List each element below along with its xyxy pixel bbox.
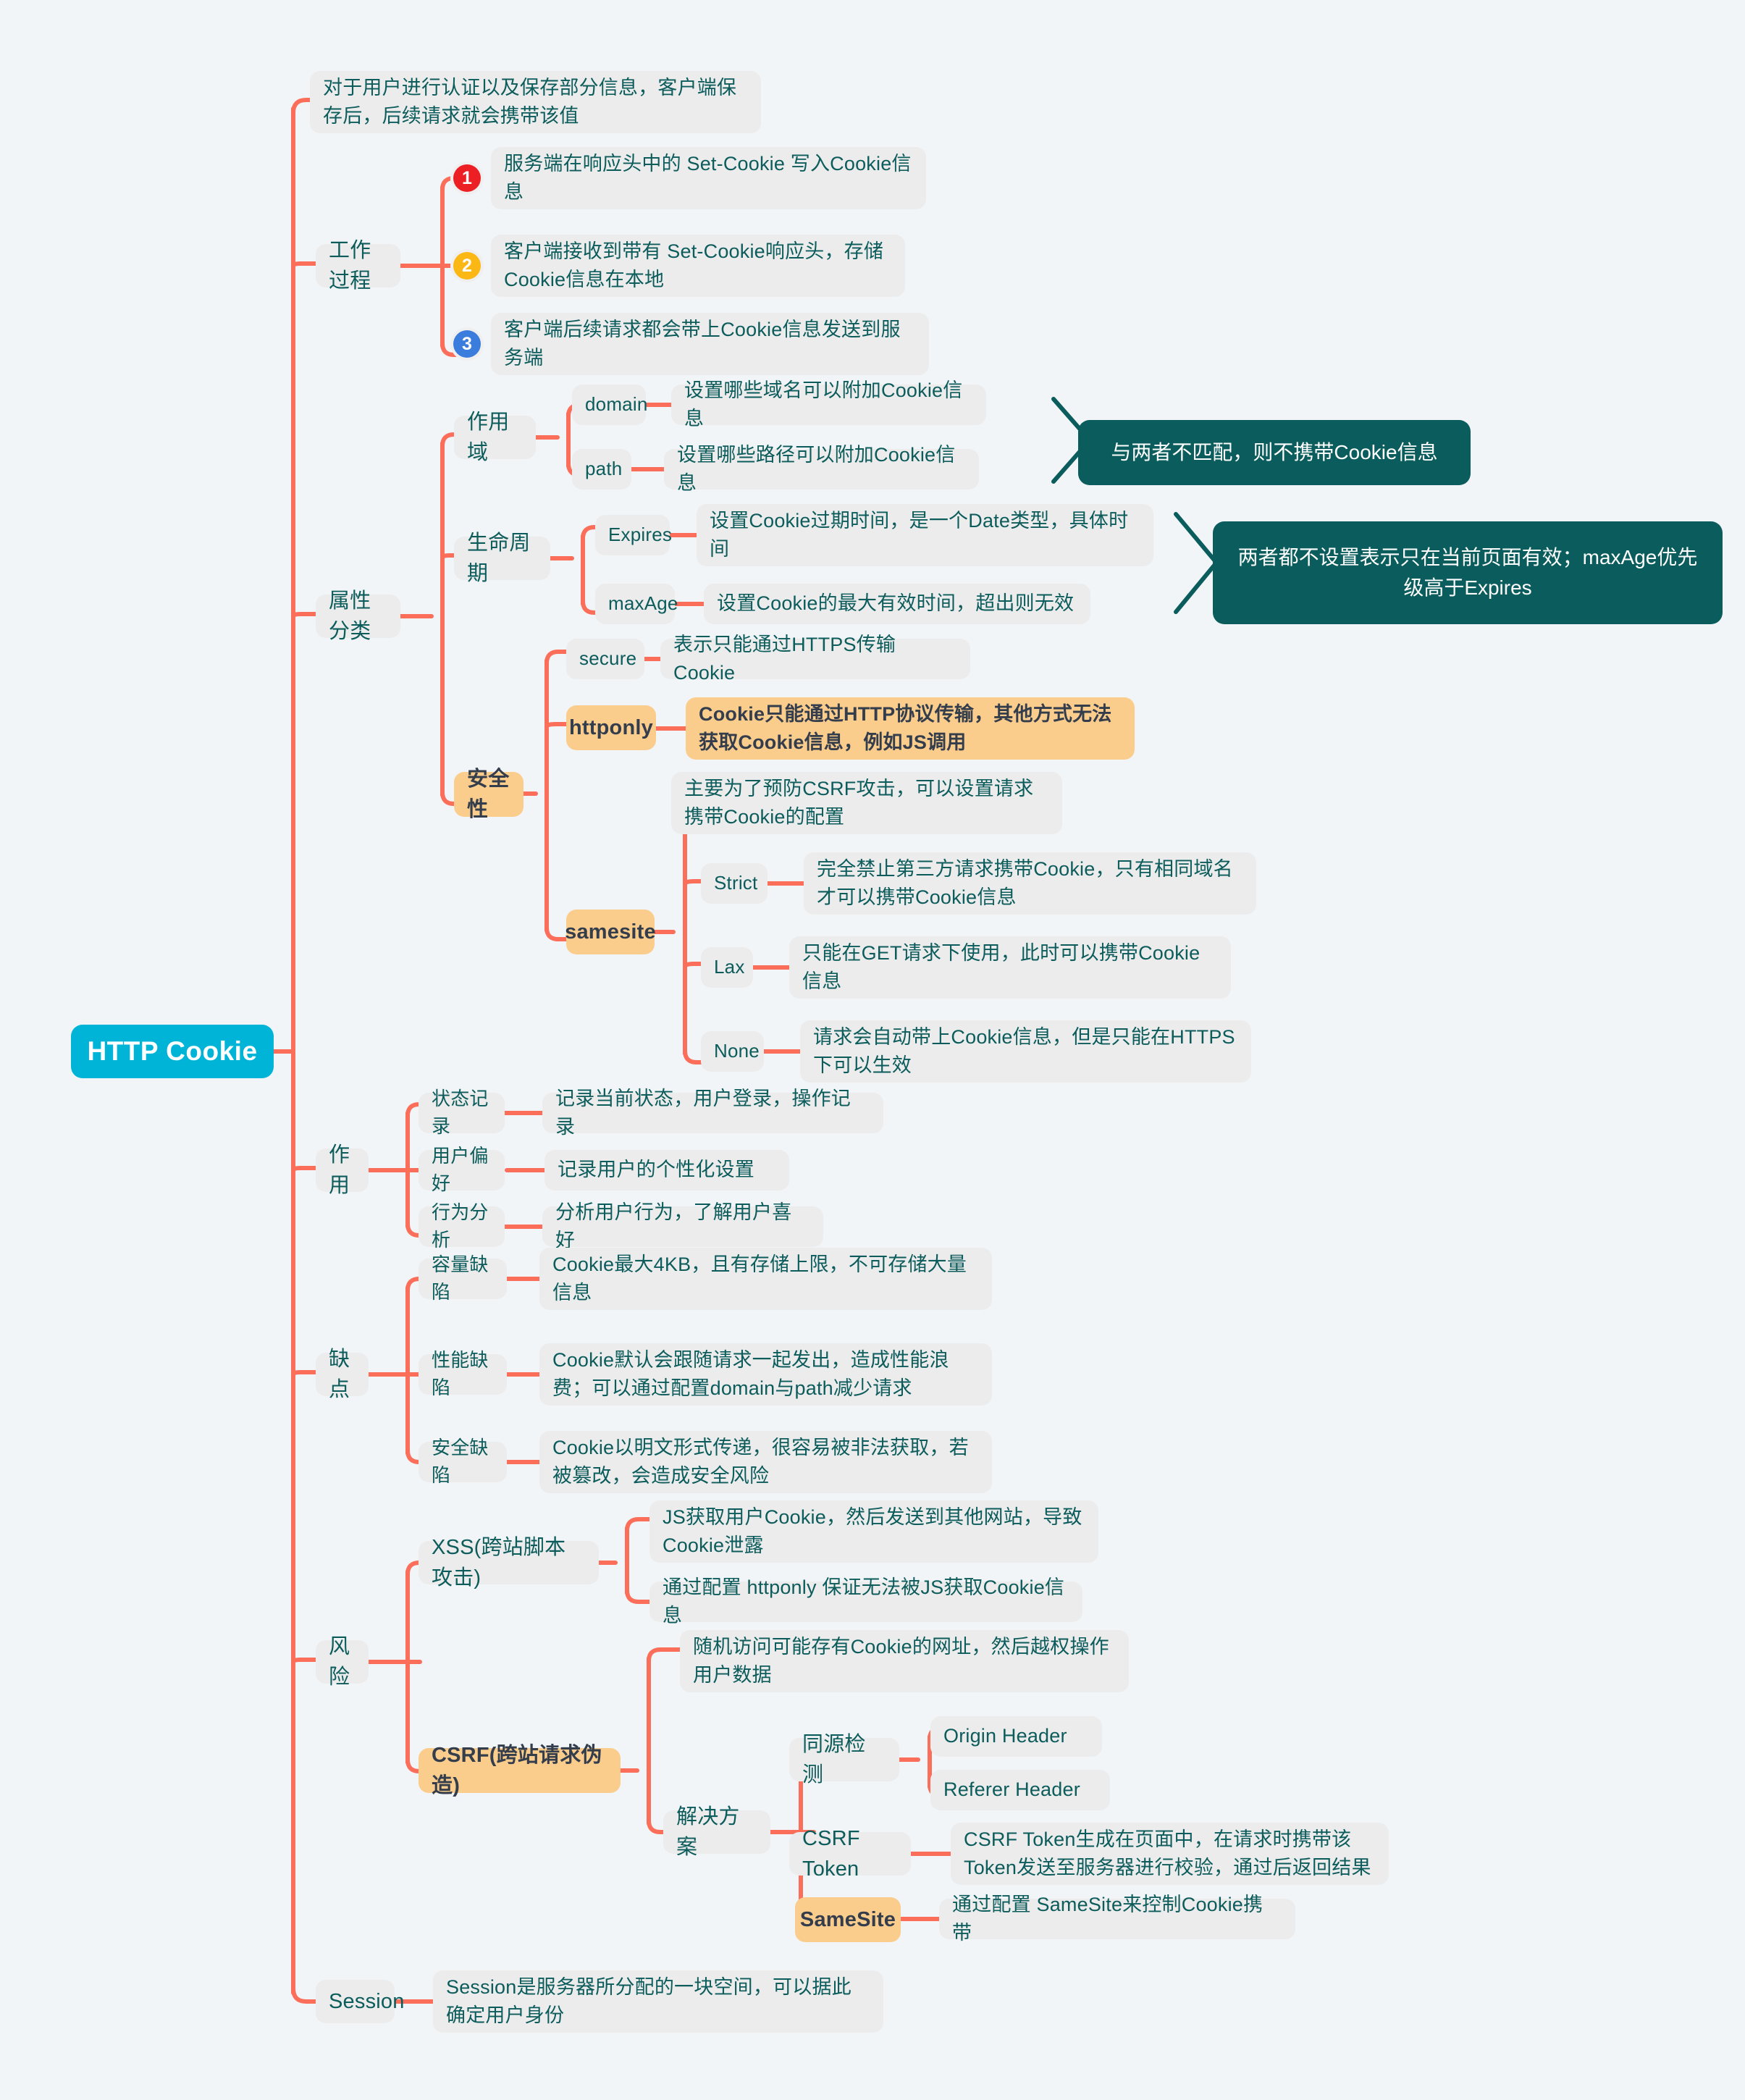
- usage-label-text: 作用: [329, 1143, 350, 1197]
- drawback-2-name[interactable]: 安全缺陷: [419, 1437, 507, 1486]
- lifecycle-expires-name[interactable]: Expires: [595, 515, 672, 555]
- scope-label[interactable]: 作用域: [454, 411, 536, 464]
- samesite-strict-desc[interactable]: 完全禁止第三方请求携带Cookie，只有相同域名才可以携带Cookie信息: [804, 852, 1256, 915]
- security-httponly-desc[interactable]: Cookie只能通过HTTP协议传输，其他方式无法获取Cookie信息，例如JS…: [686, 697, 1135, 760]
- root-label: HTTP Cookie: [87, 1036, 258, 1066]
- risk-xss-name[interactable]: XSS(跨站脚本攻击): [419, 1536, 599, 1589]
- same-origin-item-0[interactable]: Origin Header: [930, 1716, 1102, 1757]
- scope-domain-desc[interactable]: 设置哪些域名可以附加Cookie信息: [671, 379, 986, 429]
- security-samesite-name[interactable]: samesite: [565, 910, 656, 954]
- root-node[interactable]: HTTP Cookie: [71, 1025, 274, 1078]
- security-label[interactable]: 安全性: [454, 768, 524, 821]
- lifecycle-callout[interactable]: 两者都不设置表示只在当前页面有效；maxAge优先级高于Expires: [1213, 521, 1723, 624]
- samesite-none-name[interactable]: None: [701, 1031, 764, 1072]
- samesite-lax-desc[interactable]: 只能在GET请求下使用，此时可以携带Cookie信息: [789, 936, 1231, 999]
- step-badge-3: 3: [453, 330, 481, 358]
- scope-path-desc[interactable]: 设置哪些路径可以附加Cookie信息: [664, 444, 979, 494]
- process-step-2-text: 客户端接收到带有 Set-Cookie响应头，存储Cookie信息在本地: [504, 240, 884, 290]
- process-step-3-text: 客户端后续请求都会带上Cookie信息发送到服务端: [504, 318, 901, 369]
- intro-node[interactable]: 对于用户进行认证以及保存部分信息，客户端保存后，后续请求就会携带该值: [310, 71, 761, 133]
- step-badge-2: 2: [453, 252, 481, 280]
- usage-item-1-desc[interactable]: 记录用户的个性化设置: [544, 1150, 789, 1190]
- usage-item-2-name[interactable]: 行为分析: [419, 1201, 505, 1251]
- scope-label-text: 作用域: [467, 410, 510, 464]
- branch-session-label[interactable]: Session: [316, 1980, 404, 2023]
- scope-domain-name[interactable]: domain: [572, 385, 647, 425]
- risks-label-text: 风险: [329, 1634, 350, 1689]
- security-samesite-desc[interactable]: 主要为了预防CSRF攻击，可以设置请求携带Cookie的配置: [671, 772, 1062, 834]
- security-label-text: 安全性: [467, 767, 510, 821]
- drawback-0-name[interactable]: 容量缺陷: [419, 1253, 507, 1303]
- process-step-1-text: 服务端在响应头中的 Set-Cookie 写入Cookie信息: [504, 152, 912, 203]
- drawbacks-label-text: 缺点: [329, 1347, 350, 1401]
- process-step-3[interactable]: 客户端后续请求都会带上Cookie信息发送到服务端: [491, 313, 929, 375]
- session-label-text: Session: [329, 1989, 405, 2013]
- lifecycle-label[interactable]: 生命周期: [454, 532, 550, 585]
- usage-item-0-desc[interactable]: 记录当前状态，用户登录，操作记录: [542, 1088, 883, 1138]
- usage-item-0-name[interactable]: 状态记录: [419, 1088, 505, 1137]
- attributes-label-text: 属性分类: [329, 589, 371, 643]
- lifecycle-expires-desc[interactable]: 设置Cookie过期时间，是一个Date类型，具体时间: [697, 504, 1153, 566]
- session-desc[interactable]: Session是服务器所分配的一块空间，可以据此确定用户身份: [433, 1970, 883, 2033]
- samesite-lax-name[interactable]: Lax: [701, 947, 753, 988]
- risk-xss-item-1[interactable]: 通过配置 httponly 保证无法被JS获取Cookie信息: [649, 1576, 1082, 1626]
- risk-csrf-name[interactable]: CSRF(跨站请求伪造): [419, 1744, 621, 1797]
- branch-attributes-label[interactable]: 属性分类: [316, 589, 400, 643]
- lifecycle-maxage-desc[interactable]: 设置Cookie的最大有效时间，超出则无效: [704, 584, 1090, 624]
- drawback-2-desc[interactable]: Cookie以明文形式传递，很容易被非法获取，若被篡改，会造成安全风险: [539, 1431, 992, 1493]
- branch-process-label[interactable]: 工作过程: [316, 239, 400, 293]
- drawback-1-name[interactable]: 性能缺陷: [419, 1349, 507, 1398]
- risk-xss-item-0[interactable]: JS获取用户Cookie，然后发送到其他网站，导致Cookie泄露: [649, 1500, 1098, 1563]
- scope-path-name[interactable]: path: [572, 449, 631, 490]
- samesite-strict-name[interactable]: Strict: [701, 863, 768, 904]
- samesite-none-desc[interactable]: 请求会自动带上Cookie信息，但是只能在HTTPS下可以生效: [800, 1020, 1251, 1083]
- same-origin-label[interactable]: 同源检测: [789, 1733, 899, 1786]
- csrf-token-label[interactable]: CSRF Token: [789, 1827, 911, 1881]
- same-origin-item-1[interactable]: Referer Header: [930, 1770, 1110, 1810]
- process-step-1[interactable]: 服务端在响应头中的 Set-Cookie 写入Cookie信息: [491, 147, 926, 209]
- samesite-solution-label[interactable]: SameSite: [795, 1897, 901, 1942]
- process-label-text: 工作过程: [329, 238, 371, 293]
- step-badge-1: 1: [453, 164, 481, 192]
- usage-item-2-desc[interactable]: 分析用户行为，了解用户喜好: [542, 1201, 823, 1251]
- risk-csrf-desc[interactable]: 随机访问可能存有Cookie的网址，然后越权操作用户数据: [680, 1630, 1129, 1692]
- intro-text: 对于用户进行认证以及保存部分信息，客户端保存后，后续请求就会携带该值: [323, 76, 737, 127]
- mindmap-canvas: HTTP Cookie 对于用户进行认证以及保存部分信息，客户端保存后，后续请求…: [0, 0, 1745, 2100]
- security-secure-desc[interactable]: 表示只能通过HTTPS传输Cookie: [660, 634, 970, 684]
- branch-usage-label[interactable]: 作用: [316, 1143, 369, 1197]
- csrf-solution-label[interactable]: 解决方案: [663, 1805, 770, 1859]
- security-secure-name[interactable]: secure: [566, 639, 644, 679]
- branch-drawbacks-label[interactable]: 缺点: [316, 1348, 369, 1401]
- scope-callout[interactable]: 与两者不匹配，则不携带Cookie信息: [1078, 420, 1471, 485]
- drawback-0-desc[interactable]: Cookie最大4KB，且有存储上限，不可存储大量信息: [539, 1248, 992, 1310]
- lifecycle-label-text: 生命周期: [467, 531, 531, 585]
- security-httponly-name[interactable]: httponly: [566, 705, 656, 750]
- samesite-solution-desc[interactable]: 通过配置 SameSite来控制Cookie携带: [939, 1894, 1295, 1944]
- branch-risks-label[interactable]: 风险: [316, 1635, 369, 1689]
- drawback-1-desc[interactable]: Cookie默认会跟随请求一起发出，造成性能浪费；可以通过配置domain与pa…: [539, 1343, 992, 1406]
- usage-item-1-name[interactable]: 用户偏好: [419, 1145, 505, 1194]
- process-step-2[interactable]: 客户端接收到带有 Set-Cookie响应头，存储Cookie信息在本地: [491, 235, 905, 297]
- lifecycle-maxage-name[interactable]: maxAge: [595, 584, 678, 624]
- csrf-token-desc[interactable]: CSRF Token生成在页面中，在请求时携带该Token发送至服务器进行校验，…: [951, 1823, 1389, 1885]
